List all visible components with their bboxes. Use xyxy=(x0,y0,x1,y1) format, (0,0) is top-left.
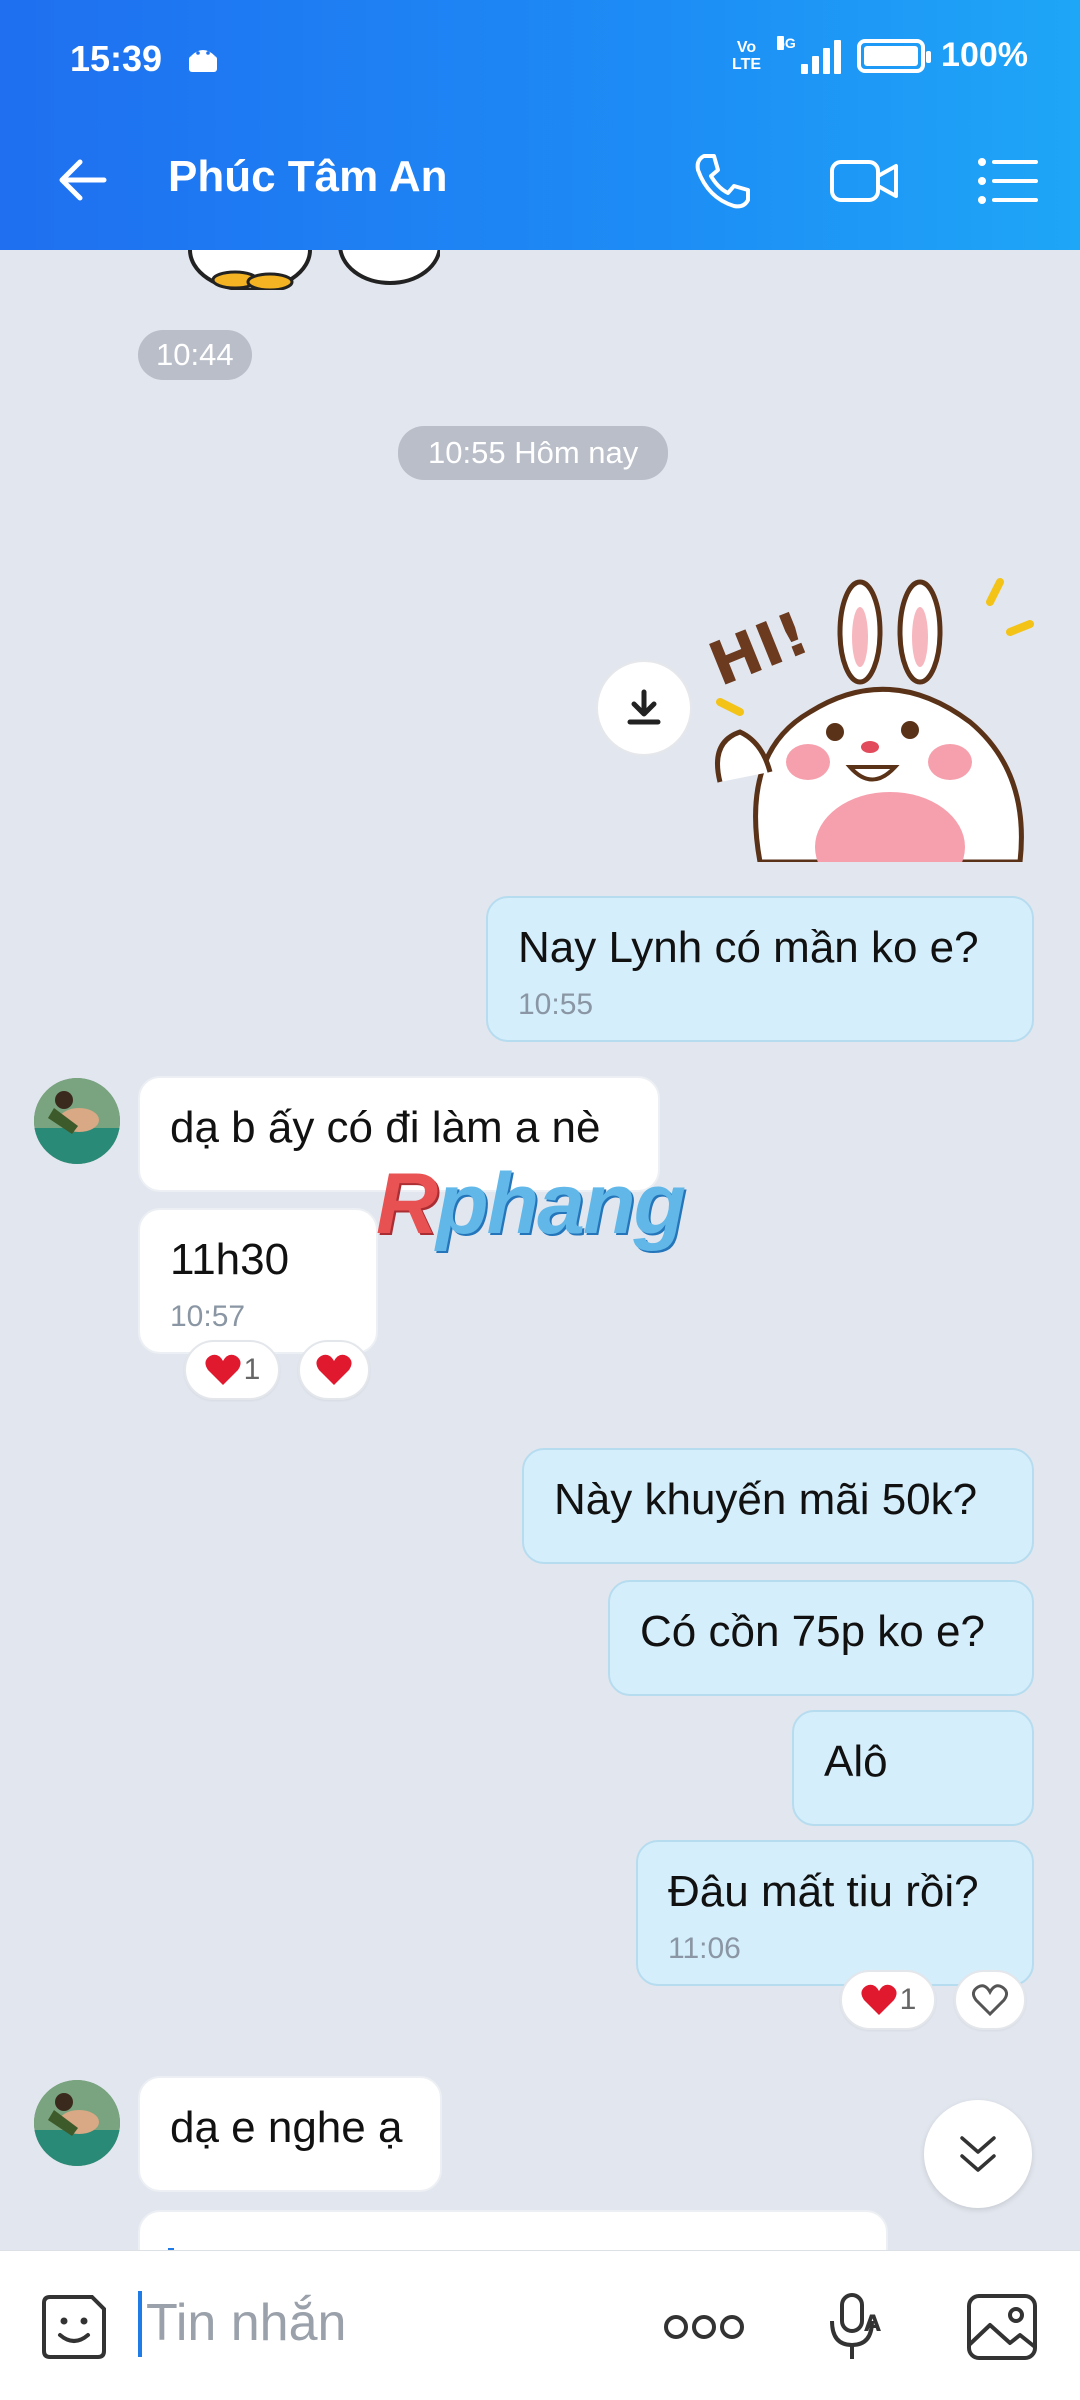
message-input[interactable]: Tin nhắn xyxy=(146,2293,346,2353)
message-input-bar: Tin nhắn A xyxy=(0,2250,1080,2400)
time-pill: 10:44 xyxy=(138,330,252,380)
reaction-summary[interactable]: 1 xyxy=(840,1970,936,2030)
back-arrow-icon[interactable] xyxy=(52,150,112,210)
app-header: 15:39 Vo LTE 5G 100% Phúc Tâm An xyxy=(0,0,1080,250)
phone-icon[interactable] xyxy=(688,148,754,214)
download-icon xyxy=(627,689,661,725)
message-time: 10:55 xyxy=(518,988,594,1022)
received-message[interactable]: 11h30 10:57 xyxy=(138,1208,378,1354)
message-time: 10:57 xyxy=(170,1300,246,1334)
message-text: dạ b ấy có đi làm a nè xyxy=(170,1103,601,1152)
svg-text:HI!: HI! xyxy=(700,598,819,700)
more-options-icon[interactable] xyxy=(662,2311,746,2343)
message-text: Alô xyxy=(824,1737,888,1786)
message-time: 11:06 xyxy=(668,1932,741,1966)
status-right: Vo LTE 5G 100% xyxy=(732,34,1028,75)
contact-name[interactable]: Phúc Tâm An xyxy=(168,152,448,202)
avatar-photo xyxy=(34,2080,120,2166)
image-gallery-icon[interactable] xyxy=(964,2291,1040,2363)
hi-bunny-sticker[interactable]: HI! xyxy=(700,562,1040,862)
volte-indicator: Vo LTE xyxy=(732,38,762,73)
avatar[interactable] xyxy=(34,1078,120,1164)
date-divider: 10:55 Hôm nay xyxy=(398,426,669,480)
avatar[interactable] xyxy=(34,2080,120,2166)
signal-icon: 5G xyxy=(777,34,842,74)
sent-message[interactable]: Alô xyxy=(792,1710,1034,1826)
chat-toolbar: Phúc Tâm An xyxy=(0,130,1080,230)
avatar-photo xyxy=(34,1078,120,1164)
heart-outline-icon xyxy=(971,1984,1009,2017)
reaction-summary[interactable]: 1 xyxy=(184,1340,280,1400)
double-chevron-down-icon xyxy=(960,2136,996,2172)
message-text: 11h30 xyxy=(170,1235,290,1284)
android-notification-icon xyxy=(189,50,217,72)
video-call-icon[interactable] xyxy=(826,148,902,214)
heart-icon xyxy=(316,1354,352,1385)
react-heart-button[interactable] xyxy=(298,1340,370,1400)
text-cursor xyxy=(138,2291,142,2357)
reaction-count: 1 xyxy=(243,1353,261,1386)
watermark-logo: Rphang xyxy=(376,1156,686,1252)
svg-text:A: A xyxy=(864,2312,881,2337)
sent-message[interactable]: Có cồn 75p ko e? xyxy=(608,1580,1034,1696)
heart-icon xyxy=(205,1354,241,1385)
scroll-to-bottom-button[interactable] xyxy=(924,2100,1032,2208)
network-type: 5G xyxy=(777,34,796,51)
battery-percent: 100% xyxy=(941,36,1028,74)
react-heart-button[interactable] xyxy=(954,1970,1026,2030)
battery-icon xyxy=(857,38,932,73)
menu-list-icon[interactable] xyxy=(976,148,1040,214)
sent-message[interactable]: Đâu mất tiu rồi? 11:06 xyxy=(636,1840,1034,1986)
message-text: Này khuyến mãi 50k? xyxy=(554,1475,978,1524)
message-text: Đâu mất tiu rồi? xyxy=(668,1867,979,1916)
status-bar: 15:39 Vo LTE 5G 100% xyxy=(0,0,1080,120)
reaction-count: 1 xyxy=(899,1983,917,2016)
message-list[interactable]: 10:44 10:55 Hôm nay HI! Nay Lynh có mần … xyxy=(0,250,1080,2250)
sent-message[interactable]: Nay Lynh có mần ko e? 10:55 xyxy=(486,896,1034,1042)
message-text: Có cồn 75p ko e? xyxy=(640,1607,985,1656)
sticker-icon[interactable] xyxy=(38,2291,110,2363)
penguin-sticker[interactable] xyxy=(180,250,440,290)
heart-icon xyxy=(861,1984,897,2015)
voice-input-icon[interactable]: A xyxy=(826,2291,886,2363)
message-text: dạ e nghe ạ xyxy=(170,2103,403,2152)
download-button[interactable] xyxy=(596,660,692,756)
status-time: 15:39 xyxy=(70,38,163,79)
received-link-card[interactable] xyxy=(138,2210,888,2250)
message-text: Nay Lynh có mần ko e? xyxy=(518,923,979,972)
received-message[interactable]: dạ e nghe ạ xyxy=(138,2076,442,2192)
sent-message[interactable]: Này khuyến mãi 50k? xyxy=(522,1448,1034,1564)
